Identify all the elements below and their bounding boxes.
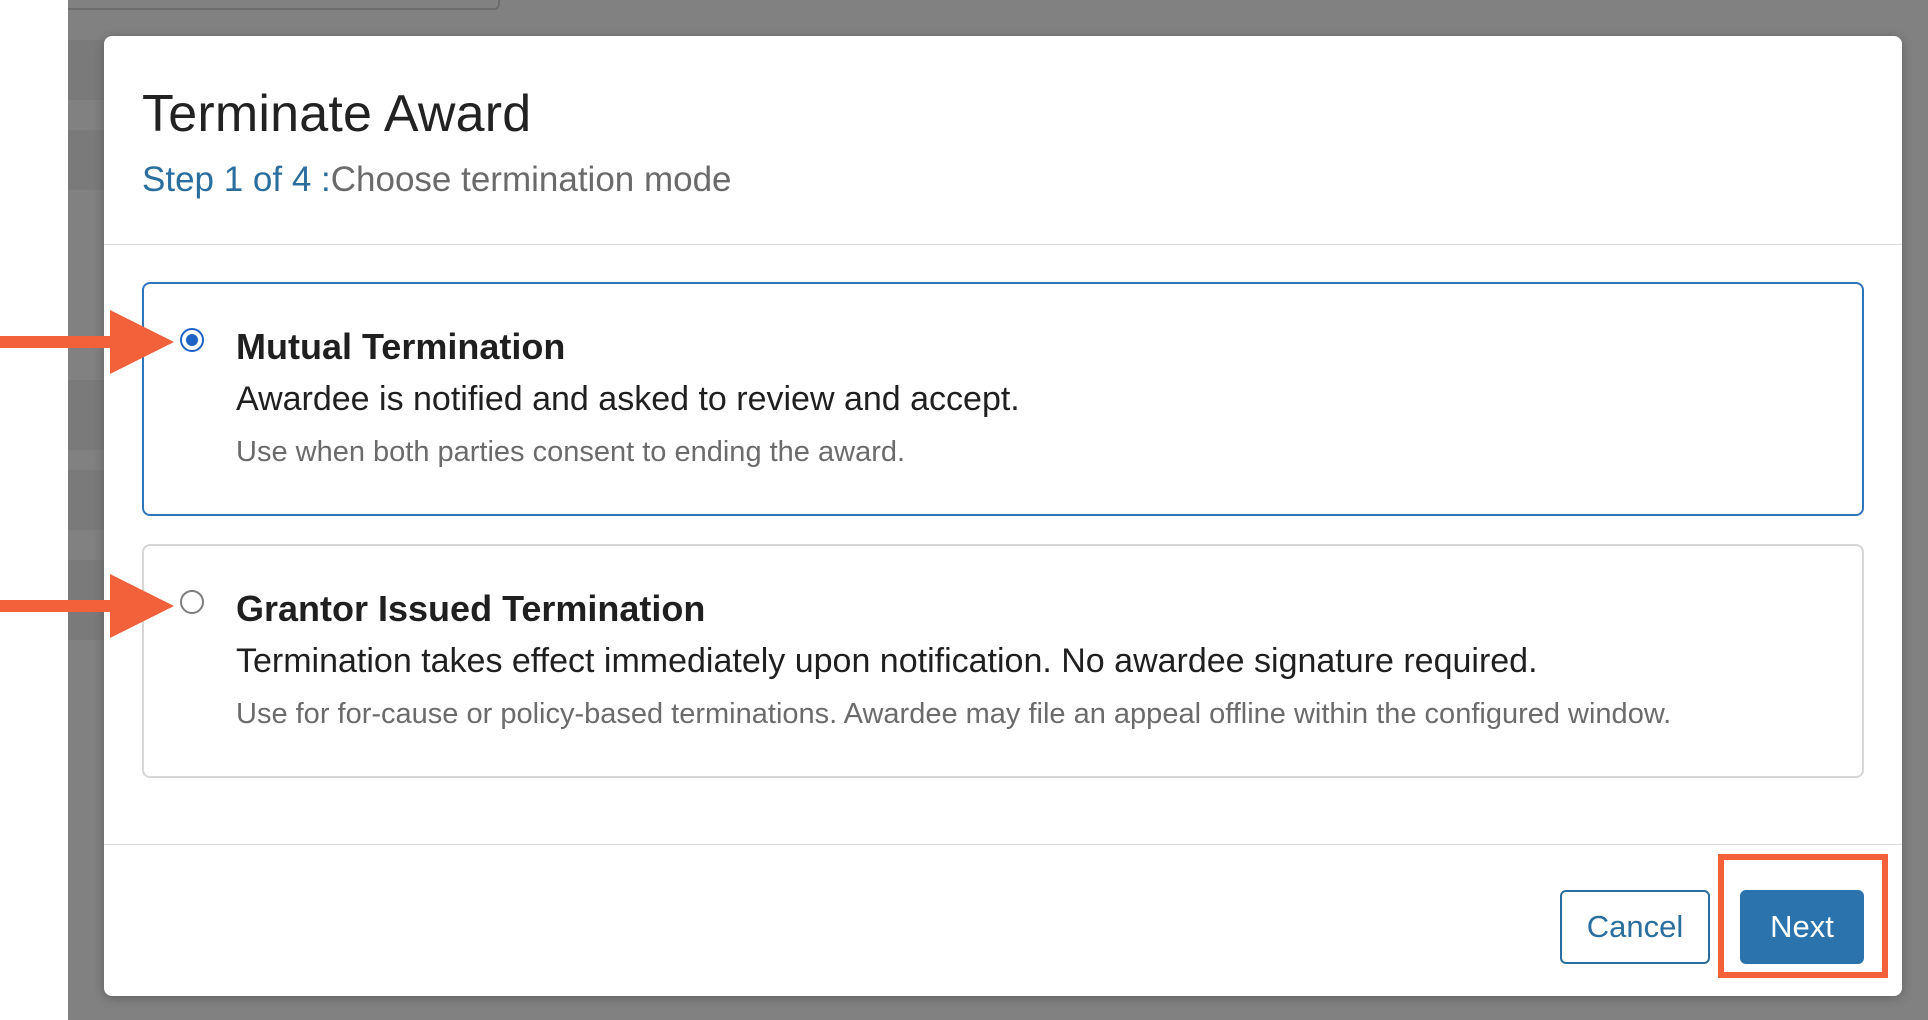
modal-footer: Cancel Next bbox=[104, 844, 1902, 997]
option-note: Use when both parties consent to ending … bbox=[236, 436, 906, 468]
option-description: Awardee is notified and asked to review … bbox=[236, 380, 1020, 418]
annotation-highlight-box bbox=[1718, 854, 1888, 978]
backdrop-stripe bbox=[68, 380, 108, 450]
option-mutual-termination[interactable]: Mutual Termination Awardee is notified a… bbox=[142, 282, 1864, 516]
modal-title: Terminate Award bbox=[142, 85, 532, 143]
radio-mutual-termination[interactable] bbox=[180, 328, 204, 352]
option-note: Use for for-cause or policy-based termin… bbox=[236, 698, 1672, 730]
step-indicator: Step 1 of 4 :Choose termination mode bbox=[142, 160, 732, 200]
annotation-arrow-icon bbox=[0, 574, 174, 638]
backdrop-stripe bbox=[68, 40, 108, 100]
annotation-arrow-icon bbox=[0, 310, 174, 374]
option-grantor-issued-termination[interactable]: Grantor Issued Termination Termination t… bbox=[142, 544, 1864, 778]
backdrop-stripe bbox=[68, 130, 108, 190]
option-title: Grantor Issued Termination bbox=[236, 588, 706, 629]
option-description: Termination takes effect immediately upo… bbox=[236, 642, 1538, 680]
option-title: Mutual Termination bbox=[236, 326, 566, 367]
modal-header: Terminate Award Step 1 of 4 :Choose term… bbox=[104, 36, 1902, 245]
step-label: Choose termination mode bbox=[330, 160, 732, 199]
radio-grantor-issued-termination[interactable] bbox=[180, 590, 204, 614]
backdrop-stripe bbox=[68, 470, 108, 530]
step-count: Step 1 of 4 : bbox=[142, 160, 331, 199]
terminate-award-modal: Terminate Award Step 1 of 4 :Choose term… bbox=[104, 36, 1902, 996]
backdrop-topbar bbox=[68, 0, 500, 10]
cancel-button[interactable]: Cancel bbox=[1560, 890, 1710, 964]
